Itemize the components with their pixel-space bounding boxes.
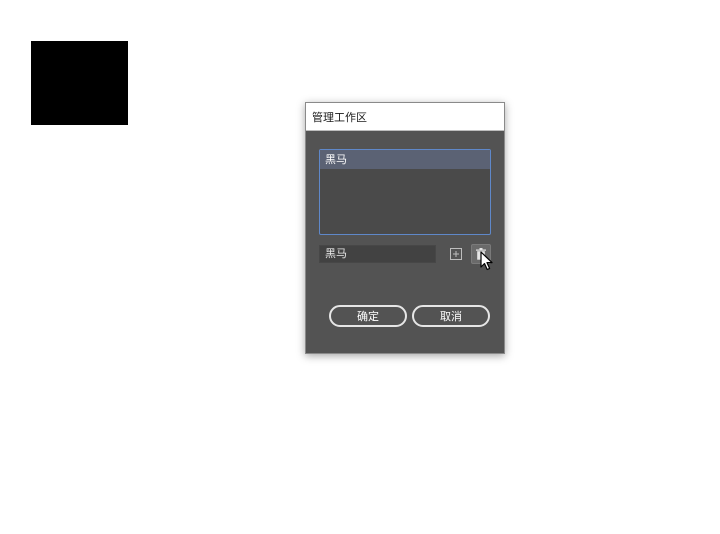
new-workspace-icon: [450, 248, 462, 260]
dialog-titlebar: 管理工作区: [306, 103, 504, 131]
workspace-name-input[interactable]: [319, 245, 436, 263]
manage-workspaces-dialog: 管理工作区 黑马 确定 取消: [305, 102, 505, 354]
canvas: 管理工作区 黑马 确定 取消: [0, 0, 720, 534]
dialog-title: 管理工作区: [312, 110, 367, 124]
black-rectangle: [31, 41, 128, 125]
ok-button[interactable]: 确定: [329, 305, 407, 327]
new-workspace-button[interactable]: [447, 245, 465, 263]
workspace-list[interactable]: 黑马: [319, 149, 491, 235]
mouse-pointer-icon: [480, 251, 493, 271]
cancel-button[interactable]: 取消: [412, 305, 490, 327]
list-item[interactable]: 黑马: [320, 150, 490, 169]
